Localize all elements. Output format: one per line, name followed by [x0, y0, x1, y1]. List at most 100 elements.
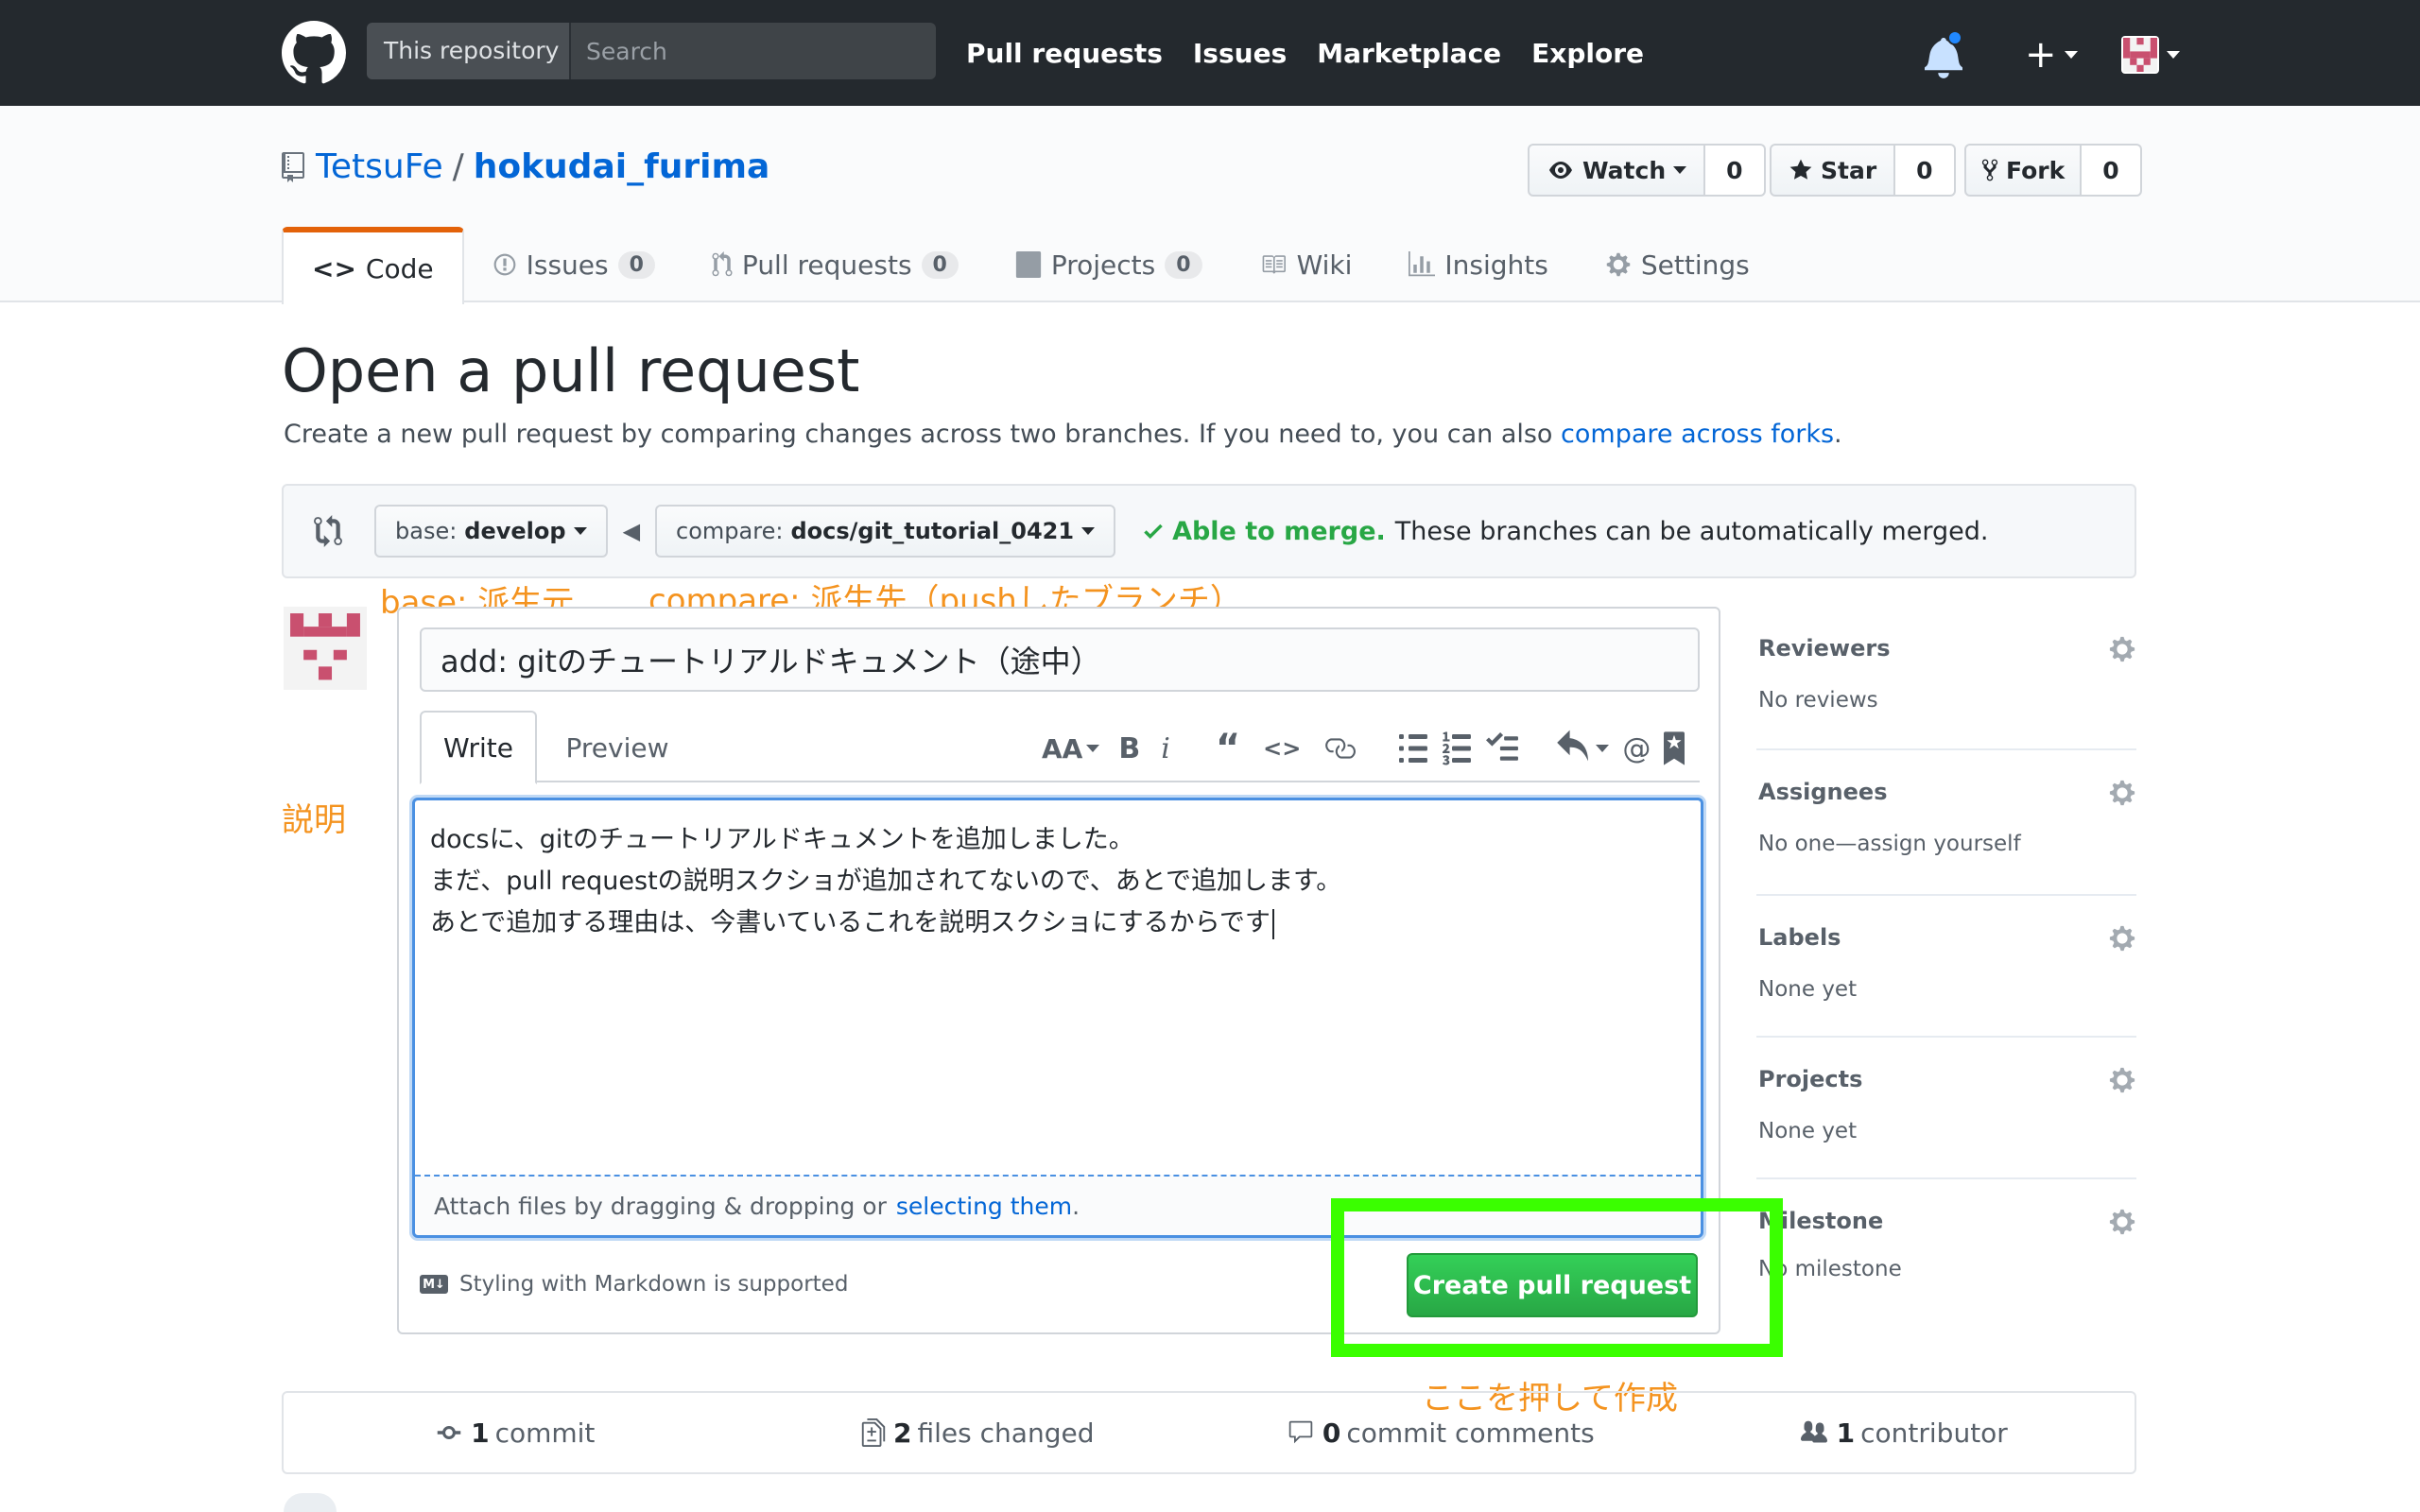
plus-icon: +	[2025, 33, 2057, 77]
merge-status: Able to merge.	[1142, 517, 1386, 546]
search-scope[interactable]: This repository	[367, 23, 571, 79]
search-box[interactable]: This repository	[367, 23, 936, 79]
file-diff-icon	[861, 1418, 886, 1447]
fork-icon	[1981, 159, 1998, 181]
attach-suffix: .	[1072, 1192, 1080, 1220]
tab-code[interactable]: <> Code	[282, 227, 464, 304]
header-text-icon[interactable]: AA	[1042, 730, 1100, 767]
compare-branch-name: docs/git_tutorial_0421	[790, 518, 1075, 544]
author-avatar	[284, 607, 367, 690]
nav-issues[interactable]: Issues	[1193, 38, 1287, 69]
header-actions: +	[1925, 26, 2180, 83]
people-icon	[1800, 1420, 1827, 1443]
tab-issues[interactable]: Issues 0	[464, 227, 683, 302]
contributors-stat[interactable]: 1 contributor	[1672, 1418, 2135, 1449]
gear-icon[interactable]	[2108, 1066, 2136, 1094]
star-count[interactable]: 0	[1895, 144, 1956, 197]
tab-write[interactable]: Write	[420, 711, 537, 784]
notifications-button[interactable]	[1925, 28, 1966, 81]
tab-preview[interactable]: Preview	[546, 711, 688, 784]
markdown-icon: M↓	[420, 1275, 448, 1294]
tab-pull-requests[interactable]: Pull requests 0	[683, 227, 987, 302]
pr-title-input[interactable]: add: gitのチュートリアルドキュメント（途中）	[420, 627, 1700, 692]
identicon-icon	[284, 607, 367, 690]
chevron-down-icon	[2064, 51, 2078, 59]
pr-body-textarea[interactable]: docsに、gitのチュートリアルドキュメントを追加しました。 まだ、pull …	[412, 798, 1703, 1238]
sidebar-milestone: Milestone No milestone	[1756, 1179, 2136, 1302]
assign-yourself-link[interactable]: No one—assign yourself	[1758, 832, 2021, 856]
gear-icon[interactable]	[2108, 779, 2136, 807]
reply-icon[interactable]	[1556, 730, 1589, 767]
sidebar-value: None yet	[1758, 1119, 1858, 1143]
quote-icon[interactable]: “	[1216, 727, 1240, 770]
code-icon[interactable]: <>	[1263, 730, 1301, 767]
base-branch-select[interactable]: base: develop	[374, 505, 608, 558]
compare-label: compare:	[676, 518, 784, 544]
sidebar-value: No reviews	[1758, 688, 1878, 713]
bold-icon[interactable]: B	[1118, 730, 1140, 767]
watch-button[interactable]: Watch	[1528, 144, 1706, 197]
comment-icon	[1288, 1420, 1313, 1444]
nav-explore[interactable]: Explore	[1531, 38, 1644, 69]
user-menu-button[interactable]	[2120, 36, 2180, 74]
tab-settings[interactable]: Settings	[1577, 227, 1778, 302]
global-header: This repository Pull requests Issues Mar…	[0, 0, 2420, 106]
mention-icon[interactable]: @	[1622, 730, 1651, 767]
fork-button[interactable]: Fork	[1964, 144, 2083, 197]
star-icon	[1789, 159, 1812, 180]
identicon-icon	[2122, 38, 2157, 72]
compare-branch-select[interactable]: compare: docs/git_tutorial_0421	[655, 505, 1116, 558]
github-logo-icon[interactable]	[282, 21, 346, 85]
arrow-left-icon: ◀	[622, 518, 641, 544]
task-list-icon[interactable]	[1486, 730, 1519, 767]
body-line: まだ、pull requestの説明スクショが追加されてないので、あとで追加しま…	[430, 867, 1342, 896]
gear-icon	[1606, 252, 1631, 277]
files-changed-stat[interactable]: 2 files changed	[747, 1418, 1210, 1449]
project-icon	[1015, 251, 1041, 278]
sidebar-heading: Labels	[1758, 924, 1841, 951]
new-menu-button[interactable]: +	[2025, 33, 2078, 77]
chevron-down-icon	[1081, 527, 1096, 535]
fork-count[interactable]: 0	[2082, 144, 2142, 197]
merge-status-label: Able to merge.	[1172, 516, 1386, 546]
nav-marketplace[interactable]: Marketplace	[1317, 38, 1501, 69]
unread-indicator	[1947, 30, 1962, 45]
markdown-toolbar: AA B i “ <> @	[1042, 727, 1685, 770]
compare-forks-link[interactable]: compare across forks	[1561, 420, 1834, 449]
commit-comments-stat[interactable]: 0 commit comments	[1209, 1418, 1672, 1449]
watch-group: Watch 0	[1528, 144, 1766, 197]
star-group: Star 0	[1770, 144, 1956, 197]
link-icon[interactable]	[1323, 730, 1357, 767]
text-cursor	[1271, 908, 1274, 939]
bookmark-icon[interactable]	[1664, 730, 1685, 767]
files-label: files changed	[917, 1417, 1095, 1449]
commits-stat[interactable]: 1 commit	[284, 1418, 747, 1449]
markdown-note[interactable]: M↓ Styling with Markdown is supported	[420, 1272, 848, 1297]
chevron-down-icon	[2166, 51, 2180, 59]
repo-name-link[interactable]: hokudai_furima	[474, 147, 770, 186]
tab-projects[interactable]: Projects 0	[987, 227, 1231, 302]
comments-label: commit comments	[1346, 1417, 1595, 1449]
repo-icon	[284, 1493, 337, 1512]
tab-pulls-label: Pull requests	[741, 249, 912, 281]
watch-label: Watch	[1582, 156, 1667, 184]
ordered-list-icon[interactable]	[1443, 730, 1472, 767]
tab-insights[interactable]: Insights	[1380, 227, 1576, 302]
chevron-down-icon[interactable]	[1596, 745, 1610, 752]
unordered-list-icon[interactable]	[1399, 730, 1428, 767]
select-files-link[interactable]: selecting them	[896, 1193, 1072, 1220]
watch-count[interactable]: 0	[1705, 144, 1766, 197]
gear-icon[interactable]	[2108, 1208, 2136, 1236]
compare-stats-bar: 1 commit 2 files changed 0 commit commen…	[282, 1391, 2136, 1474]
star-button[interactable]: Star	[1770, 144, 1896, 197]
gear-icon[interactable]	[2108, 635, 2136, 663]
repo-icon	[282, 151, 304, 182]
search-input[interactable]	[571, 23, 936, 79]
compare-arrows-icon	[314, 515, 342, 547]
gear-icon[interactable]	[2108, 924, 2136, 953]
book-icon	[1262, 255, 1286, 274]
nav-pull-requests[interactable]: Pull requests	[966, 38, 1163, 69]
repo-owner-link[interactable]: TetsuFe	[316, 147, 443, 186]
tab-wiki[interactable]: Wiki	[1231, 227, 1381, 302]
italic-icon[interactable]: i	[1161, 730, 1170, 767]
